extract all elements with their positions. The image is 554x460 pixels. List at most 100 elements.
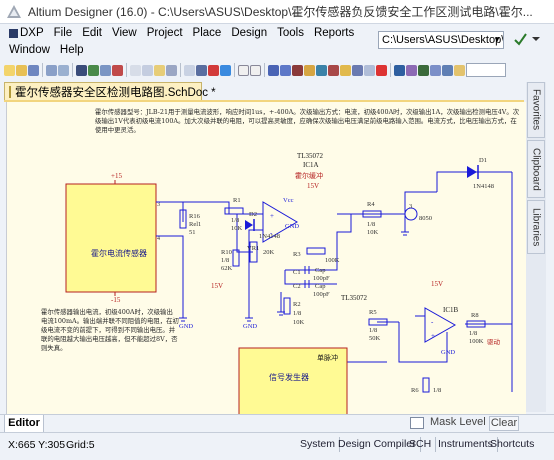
no-erc-icon[interactable] [376,64,387,76]
schematic-canvas[interactable]: 霍尔传感器型号：JLB-21用于测量电流波形，响应时间1us，+-400A。次级… [6,102,526,414]
toolbar-combo[interactable] [466,63,506,77]
tl1-label: TL35072 [297,152,324,160]
vr1-label: VR1 [247,245,259,252]
menu-help[interactable]: Help [55,42,89,58]
layers-icon[interactable] [442,64,453,76]
cut-icon[interactable] [130,64,141,76]
editor-bar: Editor Mask Level Clear [0,414,554,433]
r5-ohms: 50K [369,335,381,342]
tab-libraries[interactable]: Libraries [527,200,545,254]
ic1a-label: IC1A [303,161,319,169]
library-icon[interactable] [454,64,465,76]
menu-project[interactable]: Project [142,25,188,41]
r3-resistor[interactable] [306,247,326,255]
mask-level-icon[interactable] [410,417,424,429]
r1-resistor[interactable] [224,207,244,215]
sheet-entry-icon[interactable] [352,64,363,76]
print-icon[interactable] [46,64,57,76]
menu-reports[interactable]: Reports [309,25,359,41]
ground-icon[interactable] [316,64,327,76]
dxp-icon [9,29,18,38]
status-shortcuts-button[interactable]: Shortcuts [486,437,538,452]
select-area-icon[interactable] [184,64,195,76]
r6-label: R6 [411,387,419,394]
menu-place[interactable]: Place [188,25,227,41]
preview-icon[interactable] [58,64,69,76]
menu-tools[interactable]: Tools [272,25,309,41]
deselect-icon[interactable] [208,64,219,76]
c1-label: C1 [293,269,301,276]
sheet-symbol-icon[interactable] [340,64,351,76]
grid-icon[interactable] [430,64,441,76]
status-sch-button[interactable]: SCH [405,437,437,452]
checkmark-dropdown-button[interactable] [512,31,542,49]
r16-value: Rel1 [189,221,201,228]
wire-icon[interactable] [268,64,279,76]
note-top: 霍尔传感器型号：JLB-21用于测量电流波形，响应时间1us，+-400A。次级… [95,108,519,134]
menu-edit[interactable]: Edit [77,25,107,41]
menu-dxp[interactable]: DXP [4,25,49,41]
cursor-coordinates: X:665 Y:305 [8,439,66,451]
pin3-label: 3 [157,202,160,208]
redo-icon[interactable] [250,64,261,76]
path-combo[interactable]: C:\Users\ASUS\Desktop\ ▼ [378,31,504,49]
board-icon[interactable] [76,64,87,76]
undo-icon[interactable] [238,64,249,76]
q1-value: 8050 [419,215,432,222]
copy-icon[interactable] [142,64,153,76]
v15a-label: 15V [307,182,319,190]
r16-label: R16 [189,213,201,220]
mask-level-button[interactable]: Mask Level [430,416,486,428]
port-icon[interactable] [364,64,375,76]
clear-button[interactable]: Clear [489,416,519,431]
schematic-drawing[interactable]: 霍尔传感器型号：JLB-21用于测量电流波形，响应时间1us，+-400A。次级… [7,102,526,414]
main-toolbar [0,60,554,80]
net-label-icon[interactable] [292,64,303,76]
align-icon[interactable] [418,64,429,76]
move-icon[interactable] [196,64,207,76]
bus-icon[interactable] [280,64,291,76]
d1-diode[interactable] [467,166,477,178]
new-file-icon[interactable] [4,64,15,76]
r1-label: R1 [233,197,241,204]
tl2-label: TL35072 [341,294,368,302]
r6-resistor[interactable] [422,377,430,393]
ic1b-label: IC1B [443,306,459,314]
r2-ohms: 10K [293,319,305,326]
tab-schematic-document[interactable]: 霍尔传感器安全区检测电路图.SchDoc * [4,82,216,100]
zoom-fit-icon[interactable] [88,64,99,76]
paste-icon[interactable] [154,64,165,76]
save-icon[interactable] [28,64,39,76]
part-icon[interactable] [328,64,339,76]
hall-buffer-label: 霍尔缓冲 [295,171,323,180]
d2-diode[interactable] [245,220,253,230]
ic1a-vcc: Vcc [283,197,294,204]
r8-label: R8 [471,312,479,319]
r10-label: R10 [221,249,232,256]
r6-value: 1/8 [433,387,441,394]
status-bar: X:665 Y:305 Grid:5 System Design Compile… [0,432,554,460]
menu-window[interactable]: Window [4,42,55,58]
ic1a-plus: + [270,212,274,220]
tab-clipboard[interactable]: Clipboard [527,140,545,198]
clear-filter-icon[interactable] [220,64,231,76]
rubber-stamp-icon[interactable] [166,64,177,76]
check-pencil-icon [514,33,540,46]
schematic-doc-icon [9,85,11,98]
menu-file[interactable]: File [49,25,78,41]
tab-favorites[interactable]: Favorites [527,82,545,138]
zoom-select-icon[interactable] [112,64,123,76]
r4-ohms: 10K [367,229,379,236]
menu-design[interactable]: Design [226,25,272,41]
power-port-icon[interactable] [304,64,315,76]
open-folder-icon[interactable] [16,64,27,76]
r1-ohms: 10K [231,225,243,232]
zoom-area-icon[interactable] [100,64,111,76]
text-icon[interactable] [394,64,405,76]
hall-sensor-block[interactable] [65,183,157,293]
d1-value: 1N4148 [473,183,494,190]
gnd-label-1: GND [179,323,193,330]
menu-view[interactable]: View [107,25,142,41]
drawing-tools-icon[interactable] [406,64,417,76]
tab-editor[interactable]: Editor [4,415,44,433]
